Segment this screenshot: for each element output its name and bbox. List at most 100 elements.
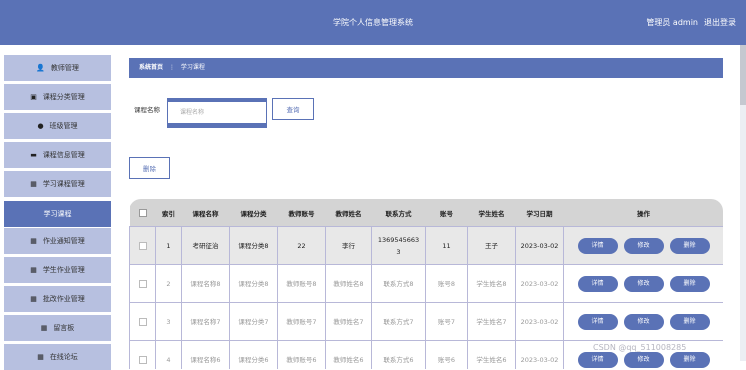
row-checkbox[interactable] — [138, 317, 147, 326]
delete-button[interactable]: 删除 — [669, 275, 710, 292]
cell-course: 课程名称6 — [181, 340, 230, 369]
detail-button[interactable]: 详情 — [577, 313, 618, 330]
breadcrumb: 系统首页 ⋮ 学习课程 — [129, 58, 723, 78]
cell-teacher-name: 教师姓名8 — [325, 264, 372, 303]
sidebar-item-label: 课程分类管理 — [42, 93, 85, 101]
edit-button[interactable]: 修改 — [623, 313, 664, 330]
cell-category: 课程分类7 — [229, 302, 278, 341]
cell-category: 课程分类8 — [229, 226, 278, 265]
admin-user-label: 管理员 admin — [646, 18, 698, 27]
row-actions-cell: 详情 修改 删除 — [563, 302, 723, 341]
table-row: 3 课程名称7 课程分类7 教师账号7 教师姓名7 联系方式7 账号7 学生姓名7 2023-0… — [129, 302, 723, 341]
edit-button[interactable]: 修改 — [623, 275, 664, 292]
cell-date: 2023-03-02 — [515, 264, 564, 303]
sidebar-item-label: 留言板 — [53, 324, 75, 332]
sidebar-item-7[interactable]: ▦ 作业通知管理 — [4, 228, 111, 254]
row-actions-cell: 详情 修改 删除 — [563, 264, 723, 303]
sidebar-item-6[interactable]: 学习课程 — [4, 201, 111, 227]
app-title: 学院个人信息管理系统 — [333, 18, 413, 27]
row-select-cell — [129, 226, 156, 265]
sidebar-item-10[interactable]: ▦ 留言板 — [4, 315, 111, 341]
book-icon: ▣ — [30, 93, 37, 101]
cell-date: 2023-03-02 — [515, 302, 564, 341]
grid-icon: ▦ — [37, 353, 44, 361]
cell-teacher-account: 教师账号6 — [277, 340, 326, 369]
cell-teacher-name: 教师姓名6 — [325, 340, 372, 369]
grid-icon: ▦ — [30, 266, 37, 274]
cell-teacher-name: 李行 — [325, 226, 372, 265]
user-icon: 👤 — [36, 64, 45, 72]
grid-icon: ▦ — [30, 180, 37, 188]
scrollbar-thumb[interactable] — [740, 45, 746, 105]
delete-button[interactable]: 删除 — [669, 313, 710, 330]
row-actions-cell: 详情 修改 删除 — [563, 226, 723, 265]
grid-icon: ▦ — [30, 295, 37, 303]
user-area: 管理员 admin 退出登录 — [646, 0, 736, 45]
course-name-label: 课程名称 — [134, 106, 160, 114]
sidebar-item-label: 作业通知管理 — [42, 237, 85, 245]
row-checkbox[interactable] — [138, 355, 147, 364]
top-bar: 学院个人信息管理系统 管理员 admin 退出登录 — [0, 0, 746, 45]
column-header: 学习日期 — [515, 199, 564, 227]
sidebar-item-8[interactable]: ▦ 学生作业管理 — [4, 257, 111, 283]
column-header: 课程分类 — [229, 199, 278, 227]
row-select-cell — [129, 302, 156, 341]
query-button[interactable]: 查询 — [272, 98, 314, 120]
table-header-row: 索引 课程名称 课程分类 教师账号 教师姓名 联系方式 账号 学生姓名 学习日期 操作 — [129, 199, 723, 227]
cell-account: 11 — [425, 226, 468, 265]
edit-button[interactable]: 修改 — [623, 237, 664, 254]
detail-button[interactable]: 详情 — [577, 275, 618, 292]
edit-button[interactable]: 修改 — [623, 351, 664, 368]
cell-contact: 联系方式8 — [371, 264, 426, 303]
column-header: 索引 — [155, 199, 182, 227]
cell-index: 2 — [155, 264, 182, 303]
sidebar-item-label: 班级管理 — [49, 122, 78, 130]
sidebar-item-11[interactable]: ▦ 在线论坛 — [4, 344, 111, 370]
sidebar-item-label: 教师管理 — [50, 64, 79, 72]
delete-button[interactable]: 删除 — [669, 351, 710, 368]
row-checkbox[interactable] — [138, 279, 147, 288]
delete-button[interactable]: 删除 — [669, 237, 710, 254]
cell-index: 4 — [155, 340, 182, 369]
cell-course: 课程名称8 — [181, 264, 230, 303]
cell-teacher-account: 22 — [277, 226, 326, 265]
sidebar-item-label: 学习课程 — [43, 210, 72, 218]
sidebar-item-3[interactable]: ● 班级管理 — [4, 113, 111, 139]
sidebar-item-5[interactable]: ▦ 学习课程管理 — [4, 171, 111, 197]
cell-student: 学生姓名8 — [467, 264, 516, 303]
location-icon: ● — [37, 122, 44, 130]
grid-icon: ▦ — [30, 237, 37, 245]
sidebar-item-label: 课程信息管理 — [42, 151, 85, 159]
detail-button[interactable]: 详情 — [577, 351, 618, 368]
row-checkbox[interactable] — [138, 241, 147, 250]
cell-date: 2023-03-02 — [515, 340, 564, 369]
cell-student: 学生姓名7 — [467, 302, 516, 341]
sidebar-item-2[interactable]: ▣ 课程分类管理 — [4, 84, 111, 110]
cell-index: 3 — [155, 302, 182, 341]
breadcrumb-home[interactable]: 系统首页 — [139, 64, 163, 71]
sidebar-item-4[interactable]: ▬ 课程信息管理 — [4, 142, 111, 168]
course-name-search-input[interactable] — [168, 102, 266, 123]
select-all-cell — [129, 199, 156, 227]
cell-student: 学生姓名6 — [467, 340, 516, 369]
table-row: 1 考研征治 课程分类8 22 李行 13695456633 11 王子 2023-03-02 详… — [129, 226, 723, 265]
cell-teacher-name: 教师姓名7 — [325, 302, 372, 341]
cell-date: 2023-03-02 — [515, 226, 564, 265]
cell-index: 1 — [155, 226, 182, 265]
column-header: 账号 — [425, 199, 468, 227]
cell-category: 课程分类8 — [229, 264, 278, 303]
batch-delete-button[interactable]: 删除 — [129, 157, 170, 179]
scrollbar[interactable] — [740, 45, 746, 361]
sidebar-item-label: 学习课程管理 — [42, 180, 85, 188]
column-header: 操作 — [563, 199, 723, 227]
sidebar-item-1[interactable]: 👤 教师管理 — [4, 55, 111, 81]
column-header: 学生姓名 — [467, 199, 516, 227]
select-all-checkbox[interactable] — [138, 208, 147, 217]
sidebar-item-9[interactable]: ▦ 批改作业管理 — [4, 286, 111, 312]
detail-button[interactable]: 详情 — [577, 237, 618, 254]
cell-account: 账号6 — [425, 340, 468, 369]
column-header: 教师姓名 — [325, 199, 372, 227]
logout-link[interactable]: 退出登录 — [704, 0, 736, 45]
cell-course: 课程名称7 — [181, 302, 230, 341]
cell-contact: 联系方式7 — [371, 302, 426, 341]
